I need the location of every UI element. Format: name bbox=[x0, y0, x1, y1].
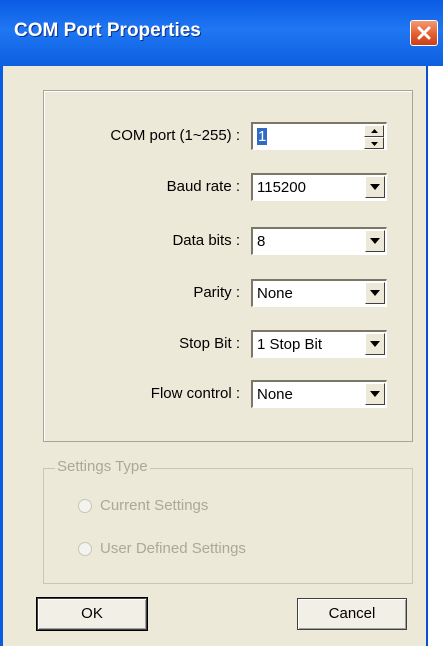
window-border-right-line bbox=[426, 66, 428, 646]
chevron-down-icon bbox=[370, 238, 380, 244]
data-bits-value: 8 bbox=[257, 233, 266, 250]
settings-type-legend: Settings Type bbox=[55, 458, 150, 475]
chevron-down-icon bbox=[370, 341, 380, 347]
current-settings-radio[interactable] bbox=[78, 499, 92, 513]
user-defined-settings-label: User Defined Settings bbox=[100, 540, 246, 557]
close-button[interactable] bbox=[410, 20, 438, 46]
flow-control-value: None bbox=[257, 386, 293, 403]
parity-label: Parity : bbox=[193, 284, 240, 301]
flow-control-label: Flow control : bbox=[150, 385, 240, 402]
arrow-up-icon bbox=[371, 129, 378, 133]
flow-control-dropdown-button[interactable] bbox=[365, 383, 385, 405]
stop-bit-dropdown-button[interactable] bbox=[365, 333, 385, 355]
baud-rate-value: 115200 bbox=[257, 179, 306, 196]
baud-rate-label: Baud rate : bbox=[166, 178, 240, 195]
com-port-spin-buttons[interactable] bbox=[364, 125, 384, 149]
data-bits-label: Data bits : bbox=[172, 232, 240, 249]
com-port-label: COM port (1~255) : bbox=[110, 127, 240, 144]
spin-down-button[interactable] bbox=[364, 137, 384, 149]
ok-button[interactable]: OK bbox=[36, 597, 148, 631]
data-bits-dropdown-button[interactable] bbox=[365, 230, 385, 252]
title-bar[interactable]: COM Port Properties bbox=[0, 0, 443, 66]
com-port-properties-dialog: COM Port Properties COM port (1~255) : 1… bbox=[0, 0, 443, 646]
settings-type-group bbox=[43, 468, 413, 584]
data-bits-select[interactable]: 8 bbox=[251, 227, 387, 255]
window-border-right bbox=[426, 66, 443, 646]
chevron-down-icon bbox=[370, 184, 380, 190]
close-icon bbox=[417, 26, 431, 40]
com-port-value[interactable]: 1 bbox=[257, 128, 268, 145]
parity-dropdown-button[interactable] bbox=[365, 282, 385, 304]
chevron-down-icon bbox=[370, 290, 380, 296]
stop-bit-label: Stop Bit : bbox=[179, 335, 240, 352]
spin-up-button[interactable] bbox=[364, 125, 384, 137]
flow-control-select[interactable]: None bbox=[251, 380, 387, 408]
stop-bit-value: 1 Stop Bit bbox=[257, 336, 323, 353]
chevron-down-icon bbox=[370, 391, 380, 397]
user-defined-settings-radio[interactable] bbox=[78, 542, 92, 556]
window-title: COM Port Properties bbox=[14, 20, 201, 41]
baud-rate-select[interactable]: 115200 bbox=[251, 173, 387, 201]
arrow-down-icon bbox=[371, 142, 378, 146]
window-border-left bbox=[0, 66, 3, 646]
current-settings-label: Current Settings bbox=[100, 497, 209, 514]
com-port-spinner[interactable]: 1 bbox=[251, 122, 387, 150]
cancel-button[interactable]: Cancel bbox=[297, 598, 407, 630]
parity-select[interactable]: None bbox=[251, 279, 387, 307]
parity-value: None bbox=[257, 285, 293, 302]
baud-rate-dropdown-button[interactable] bbox=[365, 176, 385, 198]
stop-bit-select[interactable]: 1 Stop Bit bbox=[251, 330, 387, 358]
